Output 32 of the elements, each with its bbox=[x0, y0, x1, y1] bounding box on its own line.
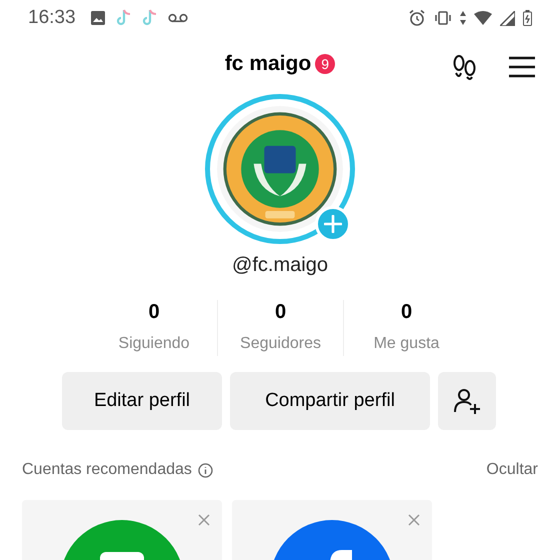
battery-icon bbox=[523, 10, 532, 26]
notification-badge: 9 bbox=[315, 54, 336, 74]
image-icon bbox=[90, 10, 106, 26]
data-arrows-icon bbox=[460, 11, 466, 26]
profile-button[interactable]: Editar perfil bbox=[62, 372, 222, 430]
vibrate-icon bbox=[434, 11, 452, 26]
plus-icon bbox=[324, 215, 342, 233]
profile-name: fc maigo bbox=[224, 51, 312, 78]
footprints-icon[interactable] bbox=[452, 54, 478, 80]
stat-value: 0 bbox=[274, 300, 286, 324]
info-icon bbox=[198, 462, 213, 478]
menu-icon[interactable] bbox=[508, 56, 536, 78]
wifi-icon bbox=[474, 11, 492, 26]
signal-icon bbox=[500, 10, 515, 26]
add-person-icon bbox=[453, 387, 481, 415]
alarm-icon bbox=[408, 9, 426, 28]
stat-label: Seguidores bbox=[240, 334, 321, 354]
music-note-icon bbox=[142, 9, 158, 28]
stat-label: Me gusta bbox=[374, 334, 440, 354]
close-icon[interactable] bbox=[408, 514, 420, 526]
voicemail-icon bbox=[168, 13, 188, 24]
stat-value: 0 bbox=[148, 300, 160, 324]
hide-link[interactable]: Ocultar bbox=[486, 458, 538, 482]
username: @fc.maigo bbox=[232, 253, 328, 278]
status-time: 16:33 bbox=[28, 6, 76, 30]
add-friend-button[interactable] bbox=[438, 372, 496, 430]
profile-button[interactable]: Compartir perfil bbox=[230, 372, 430, 430]
music-note-icon bbox=[116, 9, 132, 28]
stat-label: Siguiendo bbox=[118, 334, 190, 354]
section-title: Cuentas recomendadas bbox=[22, 460, 192, 480]
close-icon[interactable] bbox=[198, 514, 210, 526]
stat-value: 0 bbox=[400, 300, 412, 324]
